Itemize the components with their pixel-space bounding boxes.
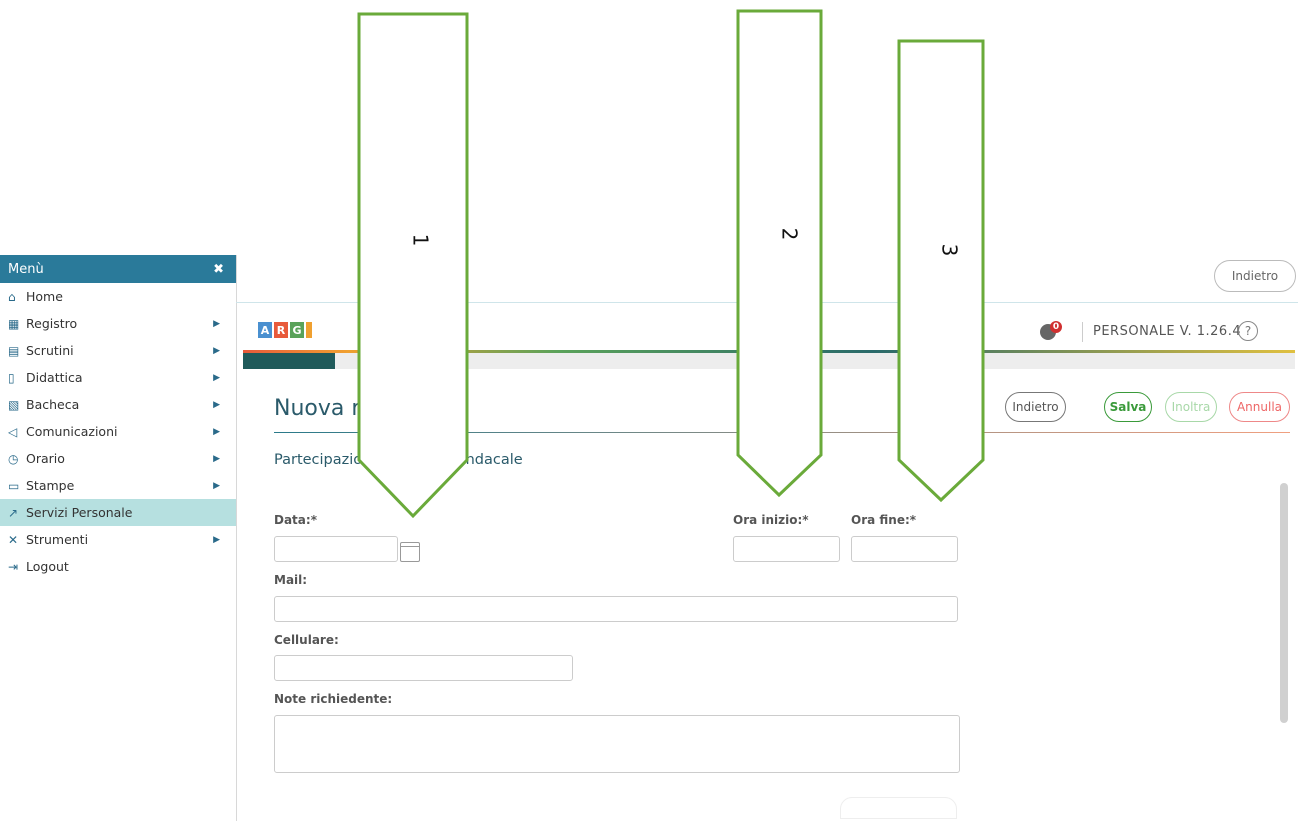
annotation-arrows [357, 9, 985, 519]
annotation-number-1: 1 [408, 233, 433, 247]
annotation-arrow-1 [357, 12, 469, 519]
annotation-number-2: 2 [777, 227, 802, 241]
annotation-arrow-3 [897, 39, 985, 503]
annotation-number-3: 3 [937, 243, 962, 257]
annotation-arrow-2 [736, 9, 823, 498]
